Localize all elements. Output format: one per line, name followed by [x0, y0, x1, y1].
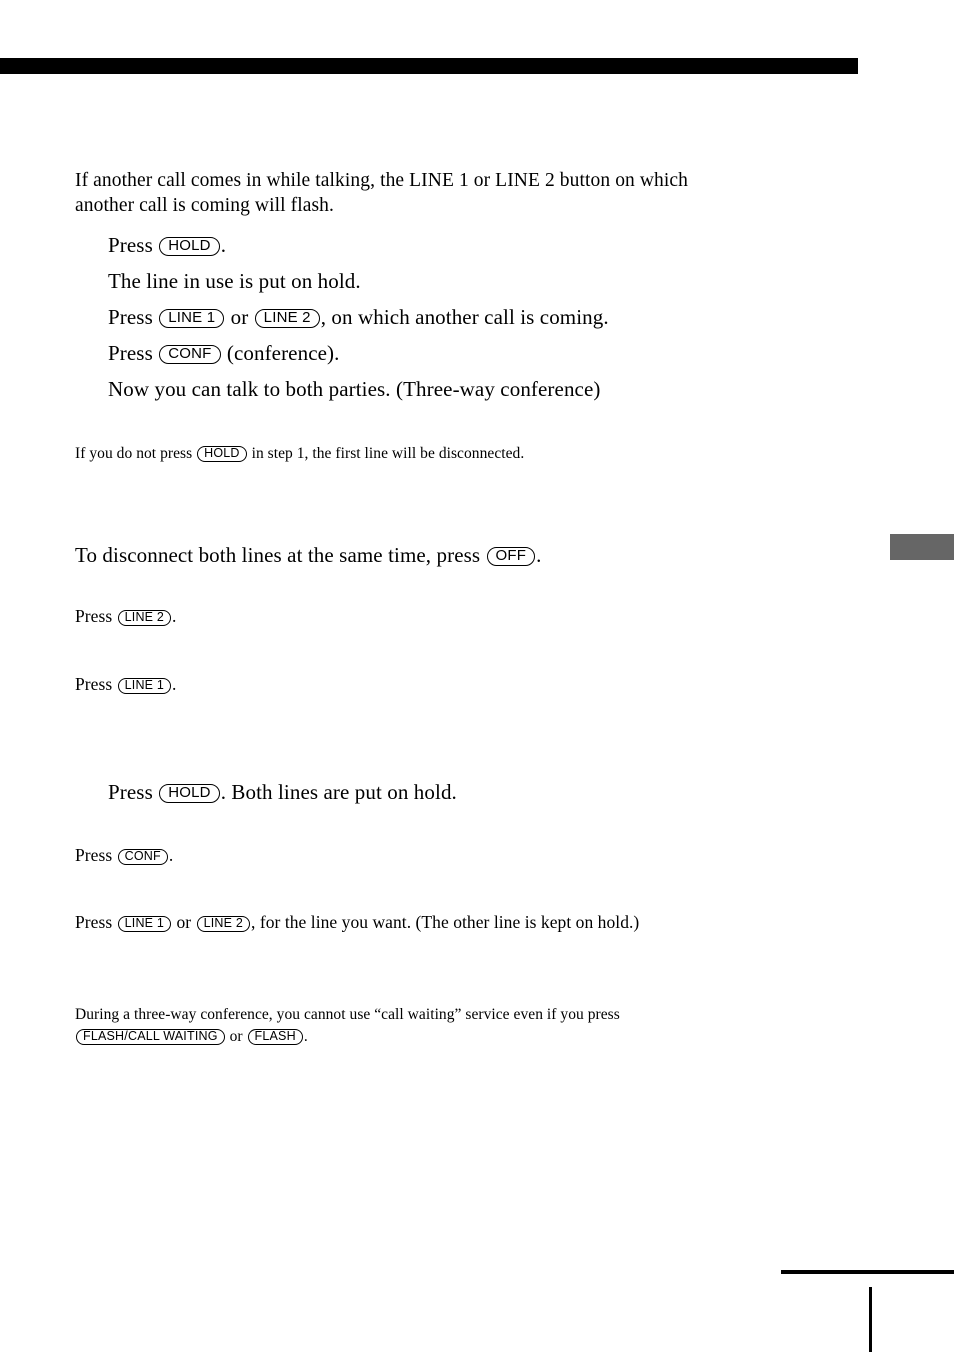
press-line1-before: Press — [75, 674, 117, 694]
step-1-after: . — [220, 233, 227, 257]
note-2-before: During a three-way conference, you canno… — [75, 1006, 620, 1023]
key-hold[interactable]: HOLD — [159, 236, 220, 256]
key-off[interactable]: OFF — [486, 546, 536, 566]
press-line1-after: . — [172, 674, 177, 694]
note-hold-step1: If you do not press HOLD in step 1, the … — [75, 443, 775, 465]
note-2-after: . — [303, 1028, 308, 1045]
step-1-before: Press — [108, 233, 159, 257]
footer-vertical-rule — [869, 1287, 872, 1352]
key-line-1[interactable]: LINE 1 — [159, 308, 225, 328]
disconnect-instruction: To disconnect both lines at the same tim… — [75, 541, 835, 569]
press-conf-after: . — [168, 845, 174, 865]
disconnect-after: . — [536, 543, 542, 567]
press-line-choice-instruction: Press LINE 1 or LINE 2, for the line you… — [75, 910, 735, 934]
press-hold-both-before: Press — [108, 780, 159, 804]
press-hold-both-after: . Both lines are put on hold. — [220, 780, 457, 804]
key-flash[interactable]: FLASH — [247, 1028, 303, 1045]
step-3-before: Press — [108, 341, 159, 365]
step-3: Press CONF (conference). — [108, 335, 808, 371]
key-flash-call-waiting[interactable]: FLASH/CALL WAITING — [76, 1028, 225, 1045]
step-1-result-text: The line in use is put on hold. — [108, 269, 361, 293]
key-conf[interactable]: CONF — [159, 344, 221, 364]
page-content: If another call comes in while talking, … — [0, 0, 954, 1352]
press-line2-instruction: Press LINE 2. — [75, 605, 775, 627]
key-hold-both[interactable]: HOLD — [159, 783, 220, 803]
press-line2-after: . — [172, 606, 177, 626]
step-3-result: Now you can talk to both parties. (Three… — [108, 371, 868, 407]
intro-text: If another call comes in while talking, … — [75, 170, 689, 216]
press-line-choice-middle: or — [172, 912, 196, 932]
step-2-middle: or — [225, 305, 254, 329]
press-line-choice-before: Press — [75, 912, 117, 932]
step-2-before: Press — [108, 305, 159, 329]
disconnect-before: To disconnect both lines at the same tim… — [75, 543, 486, 567]
header-rule — [0, 58, 858, 74]
step-1: Press HOLD. — [108, 227, 808, 263]
note-1-after: in step 1, the first line will be discon… — [247, 445, 525, 462]
step-1-result: The line in use is put on hold. — [108, 263, 808, 299]
note-call-waiting: During a three-way conference, you canno… — [75, 1004, 715, 1048]
key-line-1-b[interactable]: LINE 1 — [117, 677, 172, 694]
step-3-after: (conference). — [221, 341, 340, 365]
press-line2-before: Press — [75, 606, 117, 626]
key-line-2-c[interactable]: LINE 2 — [196, 915, 250, 932]
key-line-2-b[interactable]: LINE 2 — [117, 609, 172, 626]
key-line-1-c[interactable]: LINE 1 — [117, 915, 172, 932]
press-conf-instruction: Press CONF. — [75, 844, 775, 866]
section-edge-tab — [890, 534, 954, 560]
note-2-middle: or — [225, 1028, 247, 1045]
key-conf-b[interactable]: CONF — [117, 848, 168, 865]
key-line-2[interactable]: LINE 2 — [254, 308, 320, 328]
step-3-result-text: Now you can talk to both parties. (Three… — [108, 377, 601, 401]
footer-rule — [781, 1270, 954, 1274]
press-line1-instruction: Press LINE 1. — [75, 673, 775, 695]
step-2: Press LINE 1 or LINE 2, on which another… — [108, 299, 868, 335]
note-1-before: If you do not press — [75, 445, 197, 462]
press-hold-both-instruction: Press HOLD. Both lines are put on hold. — [108, 778, 868, 806]
step-2-after: , on which another call is coming. — [320, 305, 609, 329]
key-hold-note[interactable]: HOLD — [197, 445, 247, 462]
intro-paragraph: If another call comes in while talking, … — [75, 168, 725, 218]
press-line-choice-after: , for the line you want. (The other line… — [251, 912, 640, 932]
press-conf-before: Press — [75, 845, 117, 865]
